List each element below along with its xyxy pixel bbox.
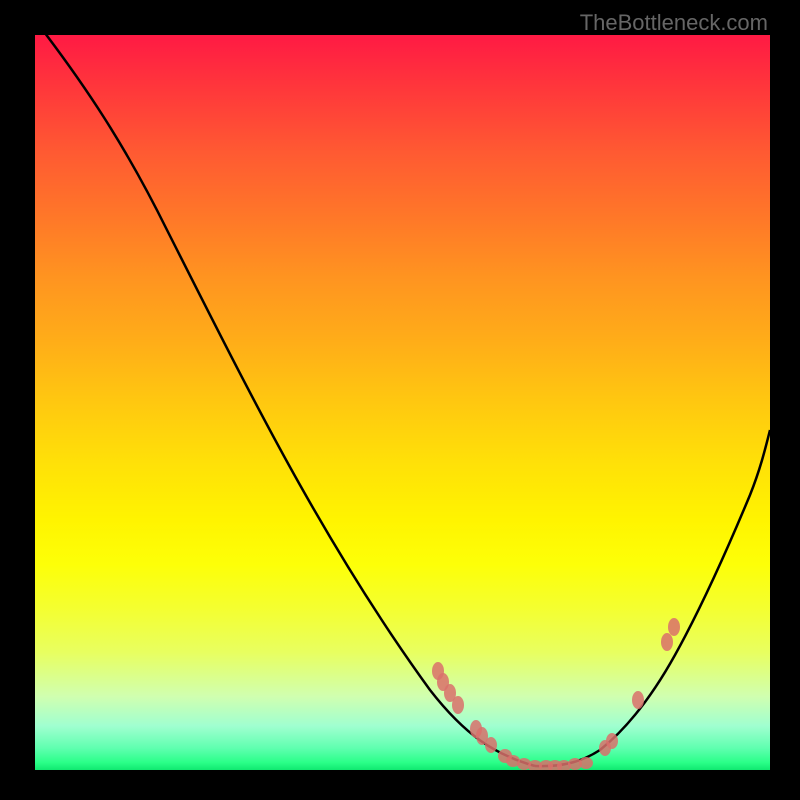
plot-background: [35, 35, 770, 770]
chart-container: { "watermark": "TheBottleneck.com", "cha…: [0, 0, 800, 800]
watermark-text: TheBottleneck.com: [580, 10, 768, 36]
